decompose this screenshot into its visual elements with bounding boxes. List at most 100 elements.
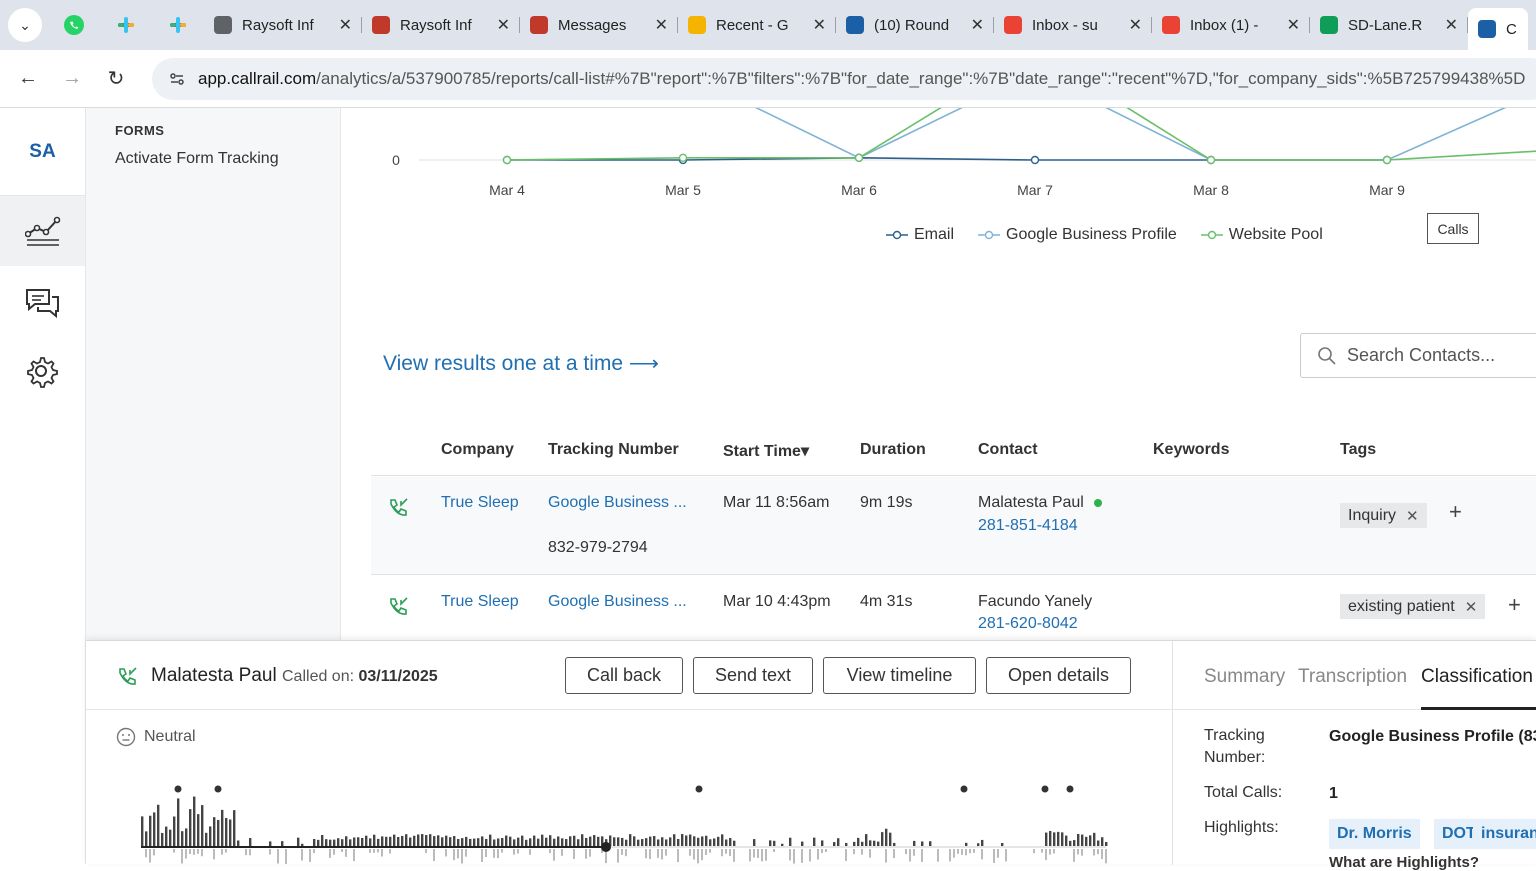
waveform-bar — [229, 819, 232, 846]
account-avatar[interactable]: SA — [0, 108, 85, 196]
view-timeline-button[interactable]: View timeline — [823, 657, 976, 694]
table-row[interactable]: True Sleep Google Business ... 832-979-2… — [371, 477, 1536, 575]
waveform-bar — [773, 840, 776, 846]
col-keywords[interactable]: Keywords — [1153, 441, 1229, 459]
highlight-chip[interactable]: Dr. Morris — [1329, 819, 1420, 849]
remove-tag-icon[interactable]: ✕ — [1406, 507, 1419, 525]
duration: 4m 31s — [860, 593, 913, 610]
company-link[interactable]: True Sleep — [441, 593, 519, 611]
waveform-bar — [141, 816, 144, 846]
close-tab-icon[interactable]: ✕ — [655, 15, 668, 35]
contact-name[interactable]: Malatesta Paul — [978, 494, 1102, 512]
contact-name[interactable]: Facundo Yanely — [978, 593, 1092, 611]
close-tab-icon[interactable]: ✕ — [813, 15, 826, 35]
browser-tab[interactable]: Messages ✕ — [520, 8, 678, 42]
contact-phone-link[interactable]: 281-620-8042 — [978, 615, 1078, 633]
waveform-bar — [193, 796, 196, 846]
open-details-button[interactable]: Open details — [986, 657, 1131, 694]
address-bar[interactable]: app.callrail.com/analytics/a/537900785/r… — [152, 58, 1536, 100]
add-tag-icon[interactable]: + — [1508, 592, 1521, 618]
remove-tag-icon[interactable]: ✕ — [1465, 598, 1478, 616]
browser-tab[interactable]: Raysoft Inf ✕ — [362, 8, 520, 42]
col-start-time[interactable]: Start Time▾ — [723, 441, 809, 461]
waveform-bar — [1073, 840, 1076, 846]
waveform-bar — [237, 840, 240, 846]
conversations-nav-item[interactable] — [0, 268, 85, 338]
back-arrow-icon[interactable]: ← — [6, 59, 50, 99]
close-tab-icon[interactable]: ✕ — [971, 15, 984, 35]
close-tab-icon[interactable]: ✕ — [1287, 15, 1300, 35]
col-tracking-number[interactable]: Tracking Number — [548, 441, 679, 459]
browser-tab[interactable]: C — [1468, 8, 1528, 50]
x-tick-label: Mar 9 — [1369, 182, 1405, 198]
send-text-button[interactable]: Send text — [693, 657, 813, 694]
waveform-bar — [481, 836, 484, 846]
call-back-button[interactable]: Call back — [565, 657, 683, 694]
browser-tab[interactable]: (10) Round ✕ — [836, 8, 994, 42]
waveform-bar-agent — [461, 849, 463, 864]
waveform-bar-agent — [425, 849, 427, 853]
browser-tab[interactable]: SD-Lane.R ✕ — [1310, 8, 1468, 42]
browser-tab[interactable]: Recent - G ✕ — [678, 8, 836, 42]
calls-metric-toggle[interactable]: Calls — [1427, 213, 1479, 244]
add-tag-icon[interactable]: + — [1449, 499, 1462, 525]
close-tab-icon[interactable]: ✕ — [497, 15, 510, 35]
legend-item[interactable]: Website Pool — [1200, 226, 1323, 244]
search-contacts-box[interactable] — [1300, 333, 1536, 378]
close-tab-icon[interactable]: ✕ — [339, 15, 352, 35]
pinned-tab-whatsapp[interactable] — [48, 8, 100, 42]
drive-icon — [688, 16, 706, 34]
tab-search-chevron-icon[interactable]: ⌄ — [8, 8, 42, 42]
what-are-highlights-link[interactable]: What are Highlights? — [1329, 854, 1479, 871]
tab-title: C — [1506, 20, 1517, 38]
tracking-source-link[interactable]: Google Business ... — [548, 593, 687, 611]
company-link[interactable]: True Sleep — [441, 494, 519, 512]
forward-arrow-icon[interactable]: → — [50, 59, 94, 99]
highlight-marker — [174, 785, 182, 793]
close-tab-icon[interactable]: ✕ — [1129, 15, 1142, 35]
waveform-bar-agent — [909, 849, 911, 862]
inbound-call-icon — [390, 597, 408, 615]
activate-form-tracking-link[interactable]: Activate Form Tracking — [115, 150, 279, 168]
pinned-tab-slack-1[interactable] — [100, 8, 152, 42]
browser-tab[interactable]: Inbox (1) - ✕ — [1152, 8, 1310, 42]
browser-tab[interactable]: Inbox - su ✕ — [994, 8, 1152, 42]
tab-title: Messages — [558, 16, 627, 34]
col-contact[interactable]: Contact — [978, 441, 1038, 459]
waveform-bar-agent — [821, 849, 823, 854]
waveform-bar — [821, 840, 824, 846]
waveform-bar — [769, 840, 772, 846]
table-row[interactable]: True Sleep Google Business ... Mar 10 4:… — [371, 576, 1536, 640]
waveform-bar — [409, 837, 412, 846]
contact-phone-link[interactable]: 281-851-4184 — [978, 517, 1078, 535]
main-content: 0 Mar 4 Mar 5 Mar 6 Mar 7 Mar 8 Mar 9 Email Goo… — [341, 108, 1536, 640]
data-point — [678, 153, 688, 162]
site-info-icon[interactable] — [164, 66, 190, 92]
col-duration[interactable]: Duration — [860, 441, 926, 459]
tracking-source-link[interactable]: Google Business ... — [548, 494, 687, 512]
analytics-nav-item[interactable] — [0, 196, 85, 266]
close-tab-icon[interactable]: ✕ — [1445, 15, 1458, 35]
waveform-bar-agent — [1073, 849, 1075, 862]
call-audio-waveform[interactable] — [141, 776, 1171, 865]
inbound-call-icon — [390, 498, 408, 516]
tab-transcription[interactable]: Transcription — [1298, 666, 1407, 688]
legend-item[interactable]: Email — [886, 226, 954, 244]
legend-item[interactable]: Google Business Profile — [978, 226, 1177, 244]
col-tags[interactable]: Tags — [1340, 441, 1376, 459]
view-results-one-at-a-time-link[interactable]: View results one at a time ⟶ — [383, 351, 659, 376]
waveform-bar-agent — [149, 849, 151, 863]
highlight-chip[interactable]: insuran — [1473, 819, 1536, 849]
col-company[interactable]: Company — [441, 441, 514, 459]
tab-classification[interactable]: Classification — [1421, 666, 1533, 688]
tab-title: Inbox - su — [1032, 16, 1098, 34]
tab-summary[interactable]: Summary — [1204, 666, 1285, 688]
pinned-tab-slack-2[interactable] — [152, 8, 204, 42]
browser-tab[interactable]: Raysoft Inf ✕ — [204, 8, 362, 42]
reload-icon[interactable]: ↻ — [94, 59, 138, 99]
waveform-bar — [221, 809, 224, 846]
waveform-bar — [733, 840, 736, 846]
url-text: app.callrail.com/analytics/a/537900785/r… — [198, 69, 1526, 88]
settings-nav-item[interactable] — [0, 338, 85, 408]
search-contacts-input[interactable] — [1347, 345, 1536, 366]
